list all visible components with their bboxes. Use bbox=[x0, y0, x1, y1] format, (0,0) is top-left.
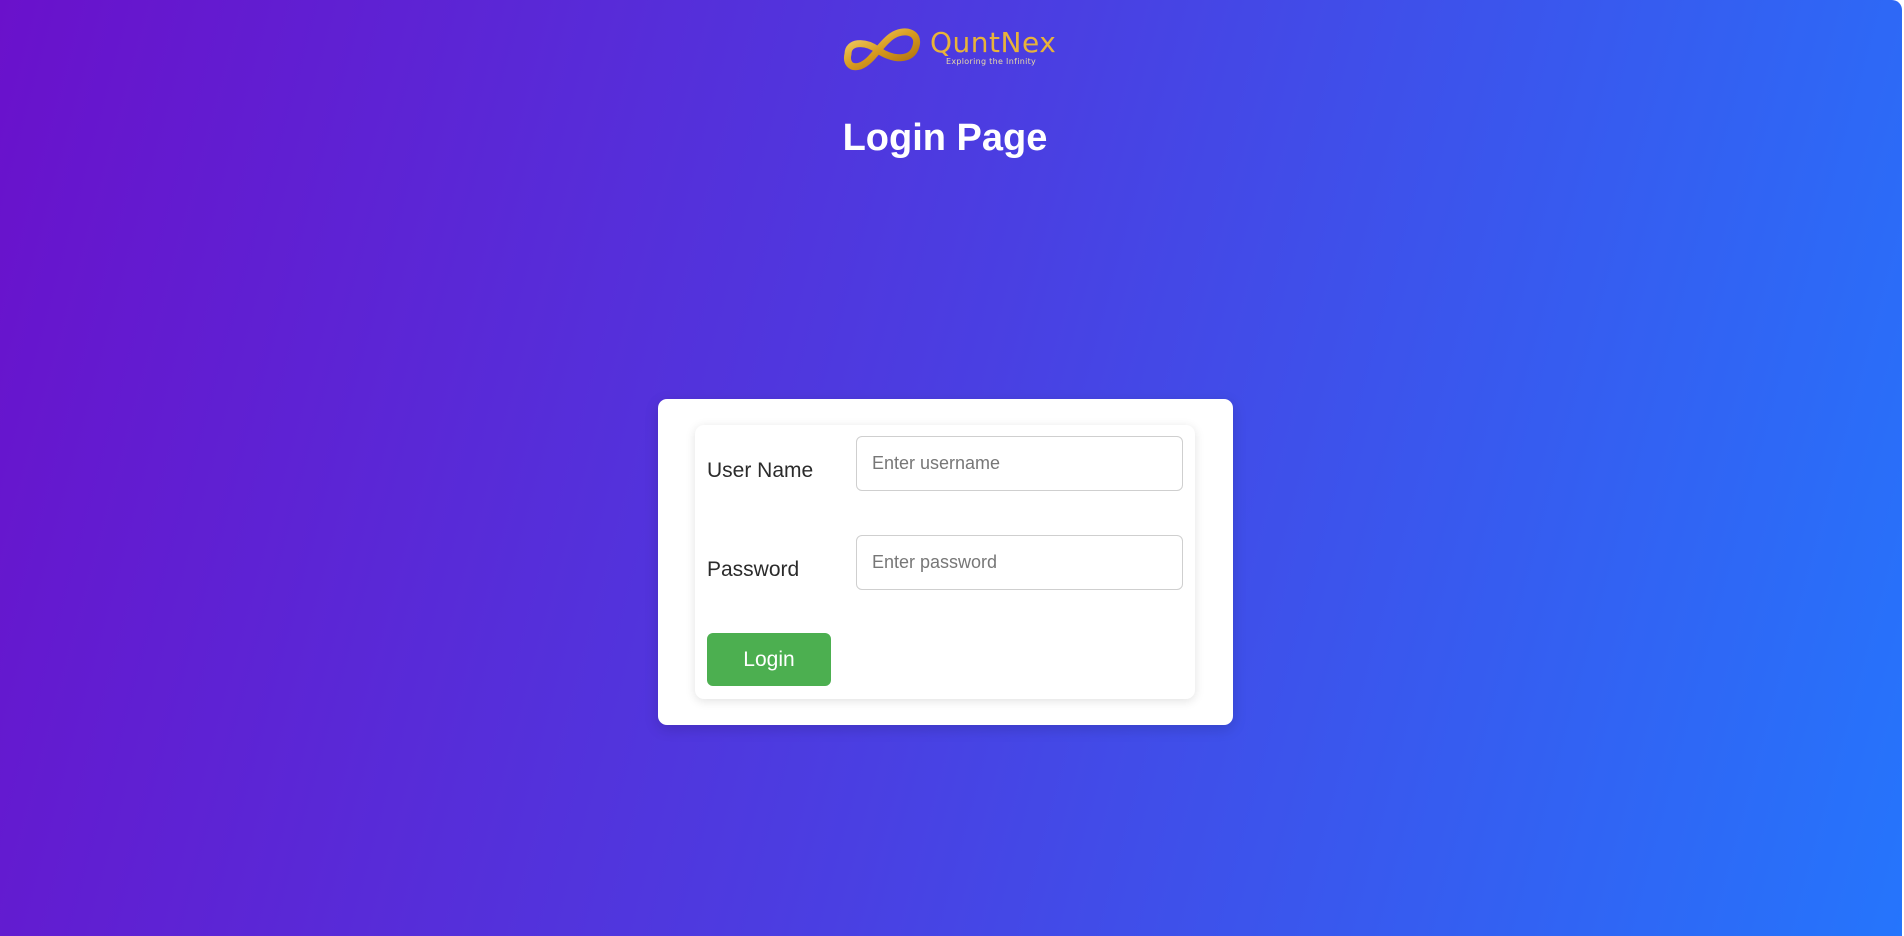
username-label: User Name bbox=[707, 459, 814, 482]
password-input[interactable] bbox=[856, 535, 1183, 590]
login-button[interactable]: Login bbox=[707, 633, 831, 686]
infinity-icon bbox=[844, 28, 921, 71]
login-card: User Name Password Login bbox=[658, 399, 1233, 725]
brand-logo: QuntNex Exploring the Infinity bbox=[842, 22, 1056, 72]
brand-name: QuntNex bbox=[930, 26, 1057, 59]
page-background: QuntNex Exploring the Infinity Login Pag… bbox=[0, 0, 1902, 936]
login-form: User Name Password Login bbox=[695, 425, 1195, 699]
password-label: Password bbox=[707, 558, 800, 581]
brand-tagline: Exploring the Infinity bbox=[946, 57, 1037, 66]
page-title: Login Page bbox=[842, 117, 1048, 159]
username-input[interactable] bbox=[856, 436, 1183, 491]
